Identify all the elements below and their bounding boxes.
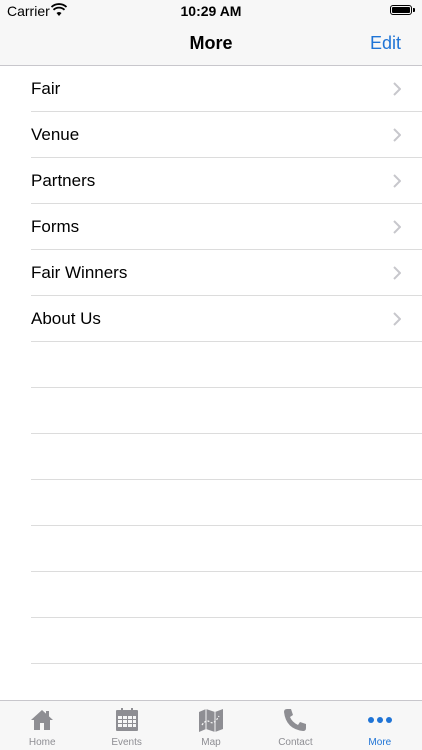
calendar-icon (115, 708, 138, 731)
battery-icon (390, 5, 415, 15)
chevron-right-icon (393, 312, 401, 326)
chevron-right-icon (393, 174, 401, 188)
tab-label: Home (28, 737, 56, 748)
more-icon (367, 717, 392, 723)
list-item-fair-winners[interactable]: Fair Winners (31, 250, 422, 296)
status-bar: Carrier 10:29 AM (0, 0, 422, 22)
more-list: Fair Venue Partners Forms Fair Winners A… (0, 66, 422, 664)
list-item-label: Fair (31, 79, 61, 98)
empty-row (31, 618, 422, 664)
tab-home[interactable]: Home (0, 701, 84, 750)
tab-label: Map (201, 737, 221, 748)
empty-row (31, 342, 422, 388)
chevron-right-icon (393, 220, 401, 234)
tab-events[interactable]: Events (84, 701, 168, 750)
tab-more[interactable]: More (338, 701, 422, 750)
empty-row (31, 480, 422, 526)
tab-map[interactable]: Map (169, 701, 253, 750)
tab-bar: Home Events Map Contact More (0, 700, 422, 750)
list-item-forms[interactable]: Forms (31, 204, 422, 250)
list-item-label: Forms (31, 217, 80, 236)
clock: 10:29 AM (180, 3, 242, 19)
list-item-about-us[interactable]: About Us (31, 296, 422, 342)
empty-row (31, 526, 422, 572)
list-item-venue[interactable]: Venue (31, 112, 422, 158)
edit-button[interactable]: Edit (370, 33, 401, 54)
list-item-partners[interactable]: Partners (31, 158, 422, 204)
list-item-label: Fair Winners (31, 263, 128, 282)
navigation-bar: More Edit (0, 22, 422, 66)
chevron-right-icon (393, 266, 401, 280)
tab-label: More (368, 737, 392, 748)
chevron-right-icon (393, 128, 401, 142)
home-icon (31, 710, 54, 730)
empty-row (31, 388, 422, 434)
list-item-label: Partners (31, 171, 96, 190)
page-title: More (189, 33, 233, 53)
chevron-right-icon (393, 82, 401, 96)
list-item-label: About Us (31, 309, 101, 328)
list-item-fair[interactable]: Fair (31, 66, 422, 112)
phone-icon (284, 709, 307, 731)
tab-label: Events (111, 737, 142, 748)
map-icon (199, 709, 224, 732)
tab-contact[interactable]: Contact (253, 701, 337, 750)
empty-row (31, 572, 422, 618)
list-item-label: Venue (31, 125, 80, 144)
tab-label: Contact (278, 737, 313, 748)
empty-row (31, 434, 422, 480)
